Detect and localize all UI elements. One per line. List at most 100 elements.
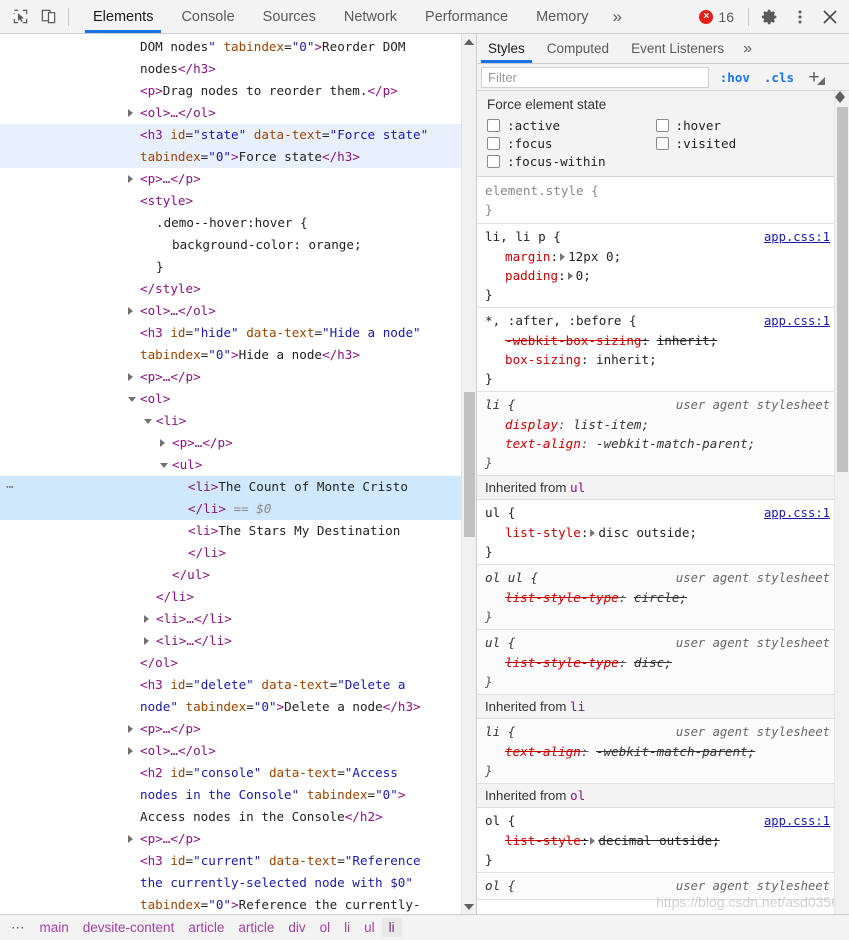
tab-event-listeners[interactable]: Event Listeners <box>620 34 735 63</box>
css-property-name[interactable]: padding <box>505 268 558 283</box>
dom-tree-row[interactable]: } <box>0 256 461 278</box>
tab-console[interactable]: Console <box>167 0 248 33</box>
breadcrumb-item-main[interactable]: main <box>33 918 76 937</box>
css-property-value[interactable]: disc; <box>634 655 672 670</box>
css-selector[interactable]: li, li p { <box>485 227 561 246</box>
dom-tree-scroll-area[interactable]: DOM nodes" tabindex="0">Reorder DOM nodes… <box>0 34 461 914</box>
css-property-name[interactable]: text-align <box>505 436 581 451</box>
css-property-name[interactable]: list-style-type <box>505 590 619 605</box>
css-declaration[interactable]: padding: 0; <box>485 266 830 285</box>
dom-tree-row[interactable]: <ol>…</ol> <box>0 740 461 762</box>
dom-tree-row[interactable]: <li>…</li> <box>0 630 461 652</box>
force-state-visited[interactable]: :visited <box>655 136 825 151</box>
stylesheet-source-link[interactable]: app.css:1 <box>754 228 830 247</box>
checkbox-icon[interactable] <box>655 137 669 150</box>
breadcrumb-item-ol[interactable]: ol <box>313 918 338 937</box>
checkbox-icon[interactable] <box>487 155 500 168</box>
dom-tree-row[interactable]: <ul> <box>0 454 461 476</box>
css-declaration[interactable]: box-sizing: inherit; <box>485 350 830 369</box>
css-rule[interactable]: *, :after, :before { app.css:1 -webkit-box… <box>477 308 834 392</box>
css-property-value[interactable]: 12px 0; <box>568 249 621 264</box>
css-rule[interactable]: ul {app.css:1 list-style: disc outside;} <box>477 500 834 565</box>
breadcrumb-item-li[interactable]: li <box>337 918 357 937</box>
expand-triangle-closed-icon[interactable] <box>128 835 133 843</box>
dom-tree-row[interactable]: <ol> <box>0 388 461 410</box>
css-declaration[interactable]: list-style-type: disc; <box>485 653 830 672</box>
shorthand-expander-icon[interactable] <box>590 837 596 845</box>
expand-triangle-closed-icon[interactable] <box>128 373 133 381</box>
dom-tree-row[interactable]: nodes in the Console" tabindex="0"> <box>0 784 461 806</box>
dom-tree-row[interactable]: tabindex="0">Reference the currently- <box>0 894 461 914</box>
breadcrumb-overflow[interactable]: ⋯ <box>4 918 33 938</box>
styles-vertical-scrollbar[interactable] <box>834 91 849 914</box>
expand-triangle-closed-icon[interactable] <box>128 109 133 117</box>
dom-tree-row[interactable]: </li> <box>0 542 461 564</box>
dom-tree[interactable]: DOM nodes" tabindex="0">Reorder DOM nodes… <box>0 34 461 914</box>
row-overflow-ellipsis[interactable]: ⋯ <box>6 477 15 499</box>
breadcrumb-item-li[interactable]: li <box>381 918 402 937</box>
breadcrumb-item-devsite-content[interactable]: devsite-content <box>76 918 182 937</box>
force-hover-states-button[interactable]: :hov <box>713 70 757 85</box>
dom-tree-row[interactable]: <p>…</p> <box>0 366 461 388</box>
shorthand-expander-icon[interactable] <box>567 272 573 280</box>
css-rule[interactable]: li {user agent stylesheet text-align: -we… <box>477 719 834 784</box>
css-declaration[interactable]: display: list-item; <box>485 415 830 434</box>
expand-triangle-closed-icon[interactable] <box>160 439 165 447</box>
tab-styles[interactable]: Styles <box>477 34 536 63</box>
css-property-name[interactable]: margin <box>505 249 551 264</box>
css-rule[interactable]: li, li p {app.css:1 margin: 12px 0; padding… <box>477 224 834 308</box>
tab-elements[interactable]: Elements <box>79 0 167 33</box>
tab-sources[interactable]: Sources <box>249 0 330 33</box>
force-state-hover[interactable]: :hover <box>655 118 825 133</box>
css-declaration[interactable]: text-align: -webkit-match-parent; <box>485 742 830 761</box>
tab-computed[interactable]: Computed <box>536 34 620 63</box>
gear-icon[interactable] <box>755 2 785 32</box>
shorthand-expander-icon[interactable] <box>560 253 566 261</box>
breadcrumb-item-article[interactable]: article <box>181 918 231 937</box>
css-property-name[interactable]: text-align <box>505 744 581 759</box>
error-count-badge[interactable]: × 16 <box>691 9 742 25</box>
styles-scroll-down-arrow-icon[interactable] <box>835 97 849 103</box>
dom-tree-row[interactable]: <ol>…</ol> <box>0 300 461 322</box>
expand-triangle-closed-icon[interactable] <box>128 725 133 733</box>
expand-triangle-closed-icon[interactable] <box>128 175 133 183</box>
css-property-value[interactable]: -webkit-match-parent; <box>596 436 755 451</box>
expand-triangle-closed-icon[interactable] <box>128 307 133 315</box>
css-rule[interactable]: ul {user agent stylesheet list-style-type… <box>477 630 834 695</box>
dom-tree-row[interactable]: <ol>…</ol> <box>0 102 461 124</box>
dom-tree-row[interactable]: <h3 id="delete" data-text="Delete a <box>0 674 461 696</box>
dom-tree-row[interactable]: <p>Drag nodes to reorder them.</p> <box>0 80 461 102</box>
dom-tree-row[interactable]: background-color: orange; <box>0 234 461 256</box>
expand-triangle-open-icon[interactable] <box>128 397 136 402</box>
dom-tree-row[interactable]: DOM nodes" tabindex="0">Reorder DOM <box>0 36 461 58</box>
css-selector[interactable]: ol { <box>485 811 515 830</box>
css-declaration[interactable]: margin: 12px 0; <box>485 247 830 266</box>
dom-tree-row[interactable]: <p>…</p> <box>0 828 461 850</box>
force-state-active[interactable]: :active <box>487 118 656 133</box>
css-selector[interactable]: *, :after, :before { <box>485 311 637 330</box>
dom-tree-row[interactable]: </li> == $0 <box>0 498 461 520</box>
dom-tree-row[interactable]: </li> <box>0 586 461 608</box>
more-tabs-chevron-icon[interactable]: » <box>602 0 631 33</box>
dom-vertical-scrollbar[interactable] <box>461 34 476 914</box>
dom-tree-row[interactable]: <h3 id="state" data-text="Force state" <box>0 124 461 146</box>
dom-tree-row[interactable]: <h3 id="current" data-text="Reference <box>0 850 461 872</box>
dom-tree-row[interactable]: <li>The Stars My Destination <box>0 520 461 542</box>
stylesheet-source-link[interactable]: app.css:1 <box>754 812 830 831</box>
styles-more-tabs-chevron-icon[interactable]: » <box>735 34 760 63</box>
css-property-name[interactable]: list-style <box>505 525 581 540</box>
stylesheet-source-link[interactable]: app.css:1 <box>754 504 830 523</box>
dom-scrollbar-thumb[interactable] <box>464 392 475 537</box>
dom-tree-row[interactable]: </ul> <box>0 564 461 586</box>
css-rule[interactable]: ol ul {user agent stylesheet list-style-t… <box>477 565 834 630</box>
css-declaration[interactable]: -webkit-box-sizing: inherit; <box>485 331 830 350</box>
expand-triangle-open-icon[interactable] <box>144 419 152 424</box>
breadcrumb-item-article[interactable]: article <box>231 918 281 937</box>
inspect-element-icon[interactable] <box>6 4 34 30</box>
stylesheet-source-link[interactable]: app.css:1 <box>754 312 830 331</box>
dom-tree-row[interactable]: .demo--hover:hover { <box>0 212 461 234</box>
dom-tree-row[interactable]: node" tabindex="0">Delete a node</h3> <box>0 696 461 718</box>
dom-tree-row[interactable]: <li>…</li> <box>0 608 461 630</box>
breadcrumb-item-ul[interactable]: ul <box>357 918 382 937</box>
css-property-value[interactable]: -webkit-match-parent; <box>596 744 755 759</box>
